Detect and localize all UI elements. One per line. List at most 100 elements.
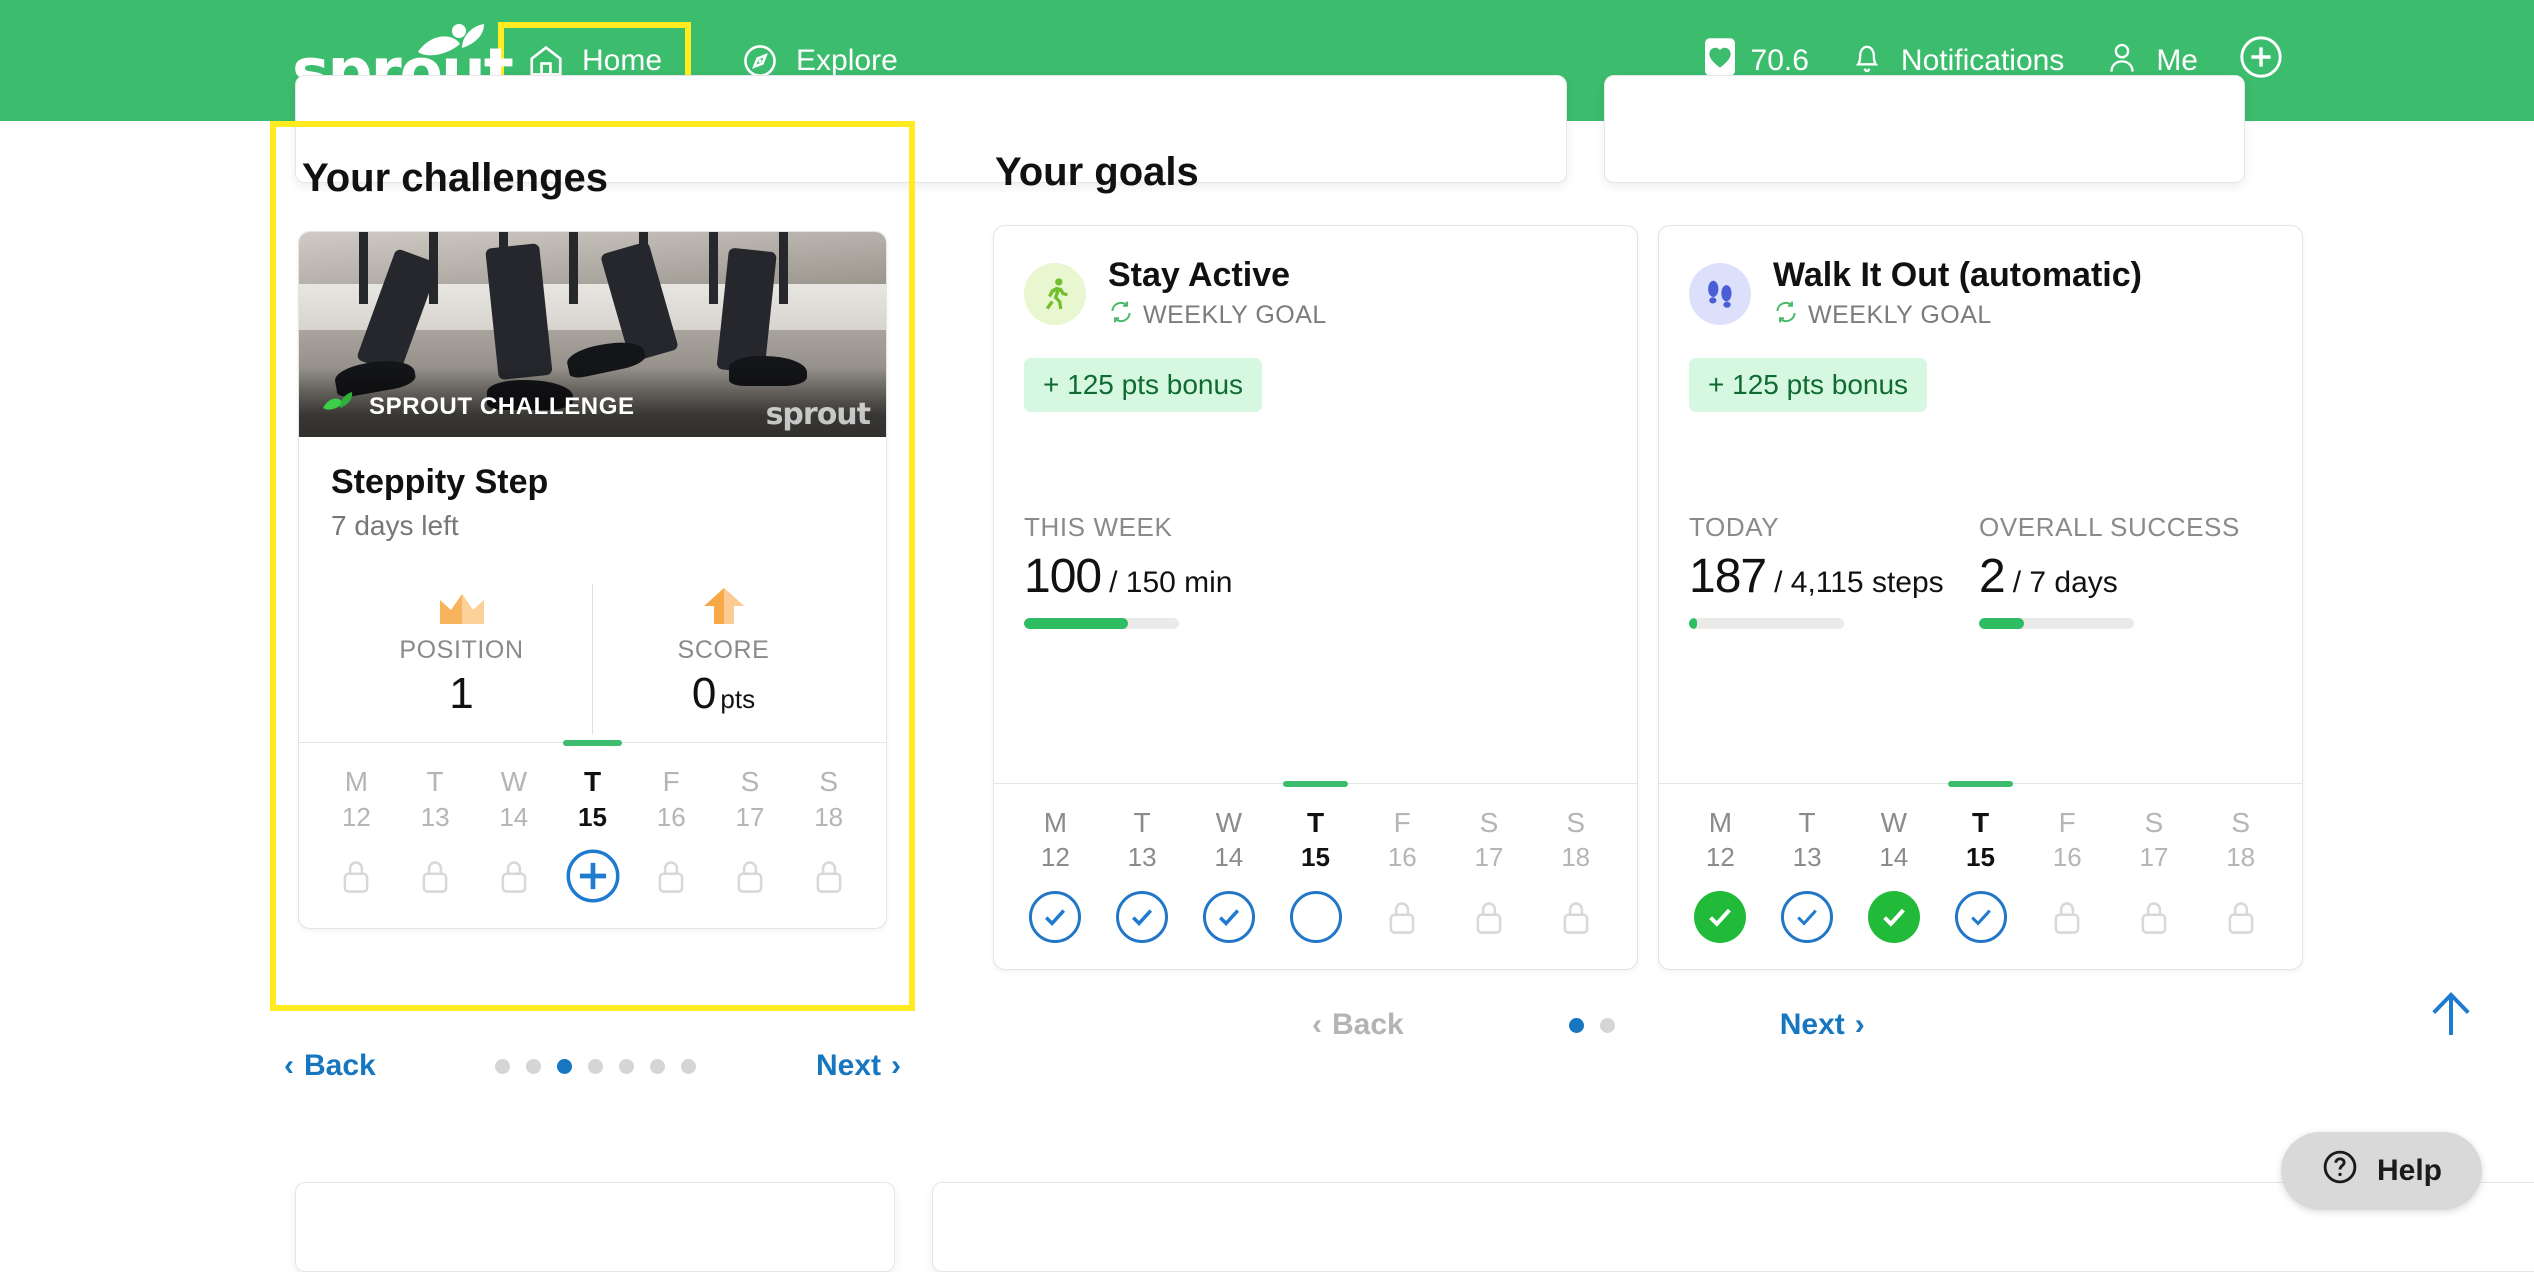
day-dow: S: [1479, 806, 1499, 838]
goal-progress-fill: [1024, 618, 1128, 630]
day-cell[interactable]: S 17: [2111, 806, 2198, 943]
challenges-next-button[interactable]: Next ›: [816, 1049, 901, 1083]
goal-card-stay-active[interactable]: Stay Active WEEKLY GOAL + 125 pts bonus …: [993, 225, 1638, 970]
runner-icon: [1024, 263, 1086, 326]
challenges-section-title: Your challenges: [302, 156, 609, 200]
day-cell[interactable]: M 12: [317, 765, 396, 902]
question-circle-icon: [2321, 1148, 2359, 1194]
goal-header: Stay Active WEEKLY GOAL: [1024, 256, 1607, 332]
day-cell[interactable]: M 12: [1012, 806, 1099, 943]
lock-icon: [732, 850, 768, 902]
pager-dot-active[interactable]: [557, 1058, 573, 1074]
today-marker: [1948, 780, 2013, 787]
goals-next-button[interactable]: Next ›: [1780, 1008, 1865, 1042]
day-num: 12: [1040, 842, 1070, 873]
day-num: 18: [2226, 842, 2256, 873]
page-content: Your challenges SPROUT CHALLENGE sprout …: [0, 75, 2534, 1272]
day-cell[interactable]: F 16: [2024, 806, 2111, 943]
pager-dot[interactable]: [495, 1058, 511, 1074]
check-outline-icon: [1116, 891, 1169, 943]
pager-dot-active[interactable]: [1568, 1017, 1584, 1033]
check-outline-icon: [1954, 891, 2007, 943]
challenge-card[interactable]: SPROUT CHALLENGE sprout Steppity Step 7 …: [298, 231, 887, 930]
check-filled-icon: [1867, 891, 1920, 943]
day-cell[interactable]: S 18: [2197, 806, 2284, 943]
chevron-right-icon: ›: [1854, 1008, 1865, 1041]
add-entry-button[interactable]: [565, 849, 621, 903]
leaf-icon: [416, 22, 488, 73]
lock-icon: [2223, 891, 2259, 943]
challenges-back-label: Back: [304, 1049, 376, 1082]
check-outline-icon: [1029, 891, 1082, 943]
day-num: 13: [1127, 842, 1157, 873]
pager-dot[interactable]: [650, 1058, 666, 1074]
goal-title: Stay Active: [1108, 256, 1291, 294]
goal-card-walk-it-out[interactable]: Walk It Out (automatic) WEEKLY GOAL + 12…: [1658, 225, 2303, 970]
crown-icon: [436, 584, 488, 626]
day-num: 14: [1879, 842, 1909, 873]
day-cell[interactable]: W 14: [1850, 806, 1937, 943]
cards-below-fold: [295, 1182, 2534, 1272]
day-cell[interactable]: S 18: [1532, 806, 1619, 943]
goal-day-strip: M 12 T 13 W 14 T 15 F 16 S 17 S 18: [994, 780, 1637, 969]
sprout-leaf-icon: [321, 390, 355, 423]
lock-icon: [338, 850, 374, 902]
day-num: 18: [814, 801, 844, 832]
scroll-to-top-button[interactable]: [2423, 986, 2479, 1047]
day-cell[interactable]: M 12: [1677, 806, 1764, 943]
day-cell[interactable]: T 13: [1099, 806, 1186, 943]
day-cell-today[interactable]: T 15: [553, 765, 632, 903]
day-cell[interactable]: W 14: [1185, 806, 1272, 943]
goal-cards-row: Stay Active WEEKLY GOAL + 125 pts bonus …: [993, 225, 2303, 970]
day-cell[interactable]: F 16: [632, 765, 711, 902]
day-cell-today[interactable]: T 15: [1937, 806, 2024, 943]
day-cell[interactable]: W 14: [474, 765, 553, 902]
day-dow: S: [2231, 806, 2251, 838]
lock-icon: [1558, 891, 1594, 943]
pager-dot[interactable]: [619, 1058, 635, 1074]
lock-icon: [417, 850, 453, 902]
check-outline-icon: [1202, 891, 1255, 943]
partial-card-bottom-left[interactable]: [295, 1182, 895, 1272]
challenge-photo-badge: SPROUT CHALLENGE: [321, 390, 635, 423]
goals-back-button[interactable]: ‹ Back: [1312, 1008, 1404, 1042]
pager-dot[interactable]: [1599, 1017, 1615, 1033]
day-dow: F: [662, 766, 680, 797]
goal-metric-number: 2: [1979, 550, 2006, 604]
arrow-up-icon: [2423, 992, 2479, 1046]
challenge-stat-value: 0 pts: [691, 669, 756, 718]
day-num: 12: [1705, 842, 1735, 873]
day-dow: S: [2144, 806, 2164, 838]
nav-label-explore: Explore: [796, 43, 898, 77]
day-dow: S: [819, 766, 839, 797]
challenges-back-button[interactable]: ‹ Back: [284, 1049, 376, 1083]
day-dow: M: [344, 766, 369, 797]
goal-kind-label: WEEKLY GOAL: [1808, 301, 1992, 330]
day-cell[interactable]: T 13: [396, 765, 475, 902]
day-cell-today[interactable]: T 15: [1272, 806, 1359, 943]
pager-dot[interactable]: [588, 1058, 604, 1074]
pager-dot[interactable]: [526, 1058, 542, 1074]
goal-metric-value: 187 / 4,115 steps: [1689, 549, 1979, 604]
day-cell[interactable]: S 17: [1446, 806, 1533, 943]
goals-section-title: Your goals: [995, 150, 1199, 194]
goal-metric-value: 100 / 150 min: [1024, 549, 1314, 604]
help-button[interactable]: Help: [2280, 1132, 2482, 1210]
day-num: 17: [1474, 842, 1504, 873]
day-dow: T: [1133, 806, 1151, 838]
repeat-icon: [1108, 299, 1134, 332]
challenge-photo-watermark: sprout: [765, 397, 871, 432]
goal-metric-denominator: / 4,115 steps: [1774, 566, 1944, 600]
day-cell[interactable]: T 13: [1764, 806, 1851, 943]
day-cell[interactable]: F 16: [1359, 806, 1446, 943]
empty-circle-icon[interactable]: [1289, 891, 1342, 943]
pager-dot[interactable]: [681, 1058, 697, 1074]
day-num: 16: [2052, 842, 2082, 873]
day-cell[interactable]: S 17: [711, 765, 790, 902]
goal-progress-bar: [1979, 618, 2134, 630]
day-num: 14: [499, 801, 529, 832]
goal-metric-denominator: / 150 min: [1109, 566, 1233, 600]
day-cell[interactable]: S 18: [789, 765, 868, 902]
goal-progress-bar: [1689, 618, 1844, 630]
challenges-panel-highlighted[interactable]: Your challenges SPROUT CHALLENGE sprout …: [270, 121, 915, 1011]
